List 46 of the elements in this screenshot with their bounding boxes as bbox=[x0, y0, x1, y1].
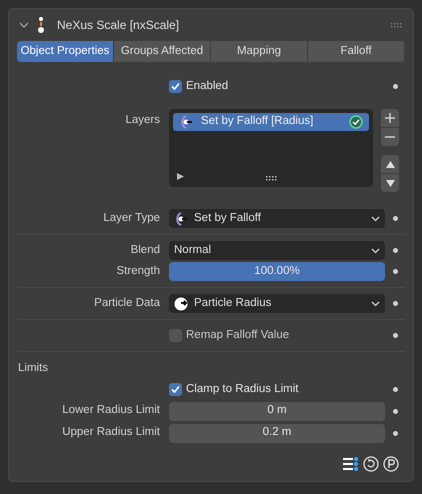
field-label: Strength bbox=[116, 264, 160, 279]
list-icon[interactable] bbox=[343, 457, 359, 471]
triangle-up-icon bbox=[386, 160, 394, 168]
field-label: Layer Type bbox=[103, 210, 160, 226]
move-down-button[interactable] bbox=[381, 174, 399, 192]
field-label: Upper Radius Limit bbox=[62, 425, 160, 440]
resize-grip-icon[interactable] bbox=[266, 176, 277, 181]
tab[interactable]: Mapping bbox=[211, 41, 308, 62]
slider[interactable]: 100.00% bbox=[169, 262, 385, 281]
checkbox-label[interactable]: Remap Falloff Value bbox=[186, 326, 290, 344]
section-heading: Limits bbox=[18, 360, 48, 376]
field-label: Lower Radius Limit bbox=[62, 403, 160, 418]
plus-icon bbox=[385, 113, 395, 123]
field-label: Layers bbox=[125, 113, 160, 128]
checkbox-label[interactable]: Clamp to Radius Limit bbox=[186, 380, 298, 398]
remove-button[interactable] bbox=[381, 128, 399, 146]
chevron-down-icon bbox=[371, 248, 380, 254]
panel-title: NeXus Scale [nxScale] bbox=[57, 17, 180, 34]
field-label: Particle Data bbox=[94, 296, 160, 311]
falloff-icon bbox=[174, 212, 188, 226]
drag-handle-icon[interactable] bbox=[391, 22, 403, 28]
figure-icon bbox=[37, 17, 45, 33]
dropdown[interactable]: Normal bbox=[169, 241, 385, 260]
add-button[interactable] bbox=[381, 109, 399, 127]
minus-icon bbox=[385, 136, 395, 138]
checkbox[interactable] bbox=[169, 383, 182, 396]
chevron-icon[interactable] bbox=[19, 20, 29, 30]
expand-triangle-icon[interactable] bbox=[177, 173, 184, 180]
falloff-icon bbox=[179, 115, 193, 129]
tab[interactable]: Falloff bbox=[308, 41, 405, 62]
number-field[interactable]: 0 m bbox=[169, 402, 385, 420]
list-item[interactable]: Set by Falloff [Radius] bbox=[173, 113, 369, 131]
tab[interactable]: Groups Affected bbox=[114, 41, 211, 62]
field-label: Blend bbox=[130, 242, 160, 258]
checkbox[interactable] bbox=[169, 80, 182, 93]
dropdown[interactable]: Particle Radius bbox=[169, 294, 385, 313]
move-up-button[interactable] bbox=[381, 155, 399, 173]
check-circle-icon[interactable] bbox=[349, 115, 363, 129]
number-field[interactable]: 0.2 m bbox=[169, 424, 385, 442]
chevron-down-icon bbox=[371, 300, 380, 306]
triangle-down-icon bbox=[386, 180, 394, 186]
refresh-icon[interactable] bbox=[363, 456, 379, 472]
tab[interactable]: Object Properties bbox=[17, 41, 114, 62]
checkbox-label[interactable]: Enabled bbox=[186, 78, 228, 96]
dropdown[interactable]: Set by Falloff bbox=[169, 209, 385, 228]
chevron-down-icon bbox=[371, 216, 380, 222]
